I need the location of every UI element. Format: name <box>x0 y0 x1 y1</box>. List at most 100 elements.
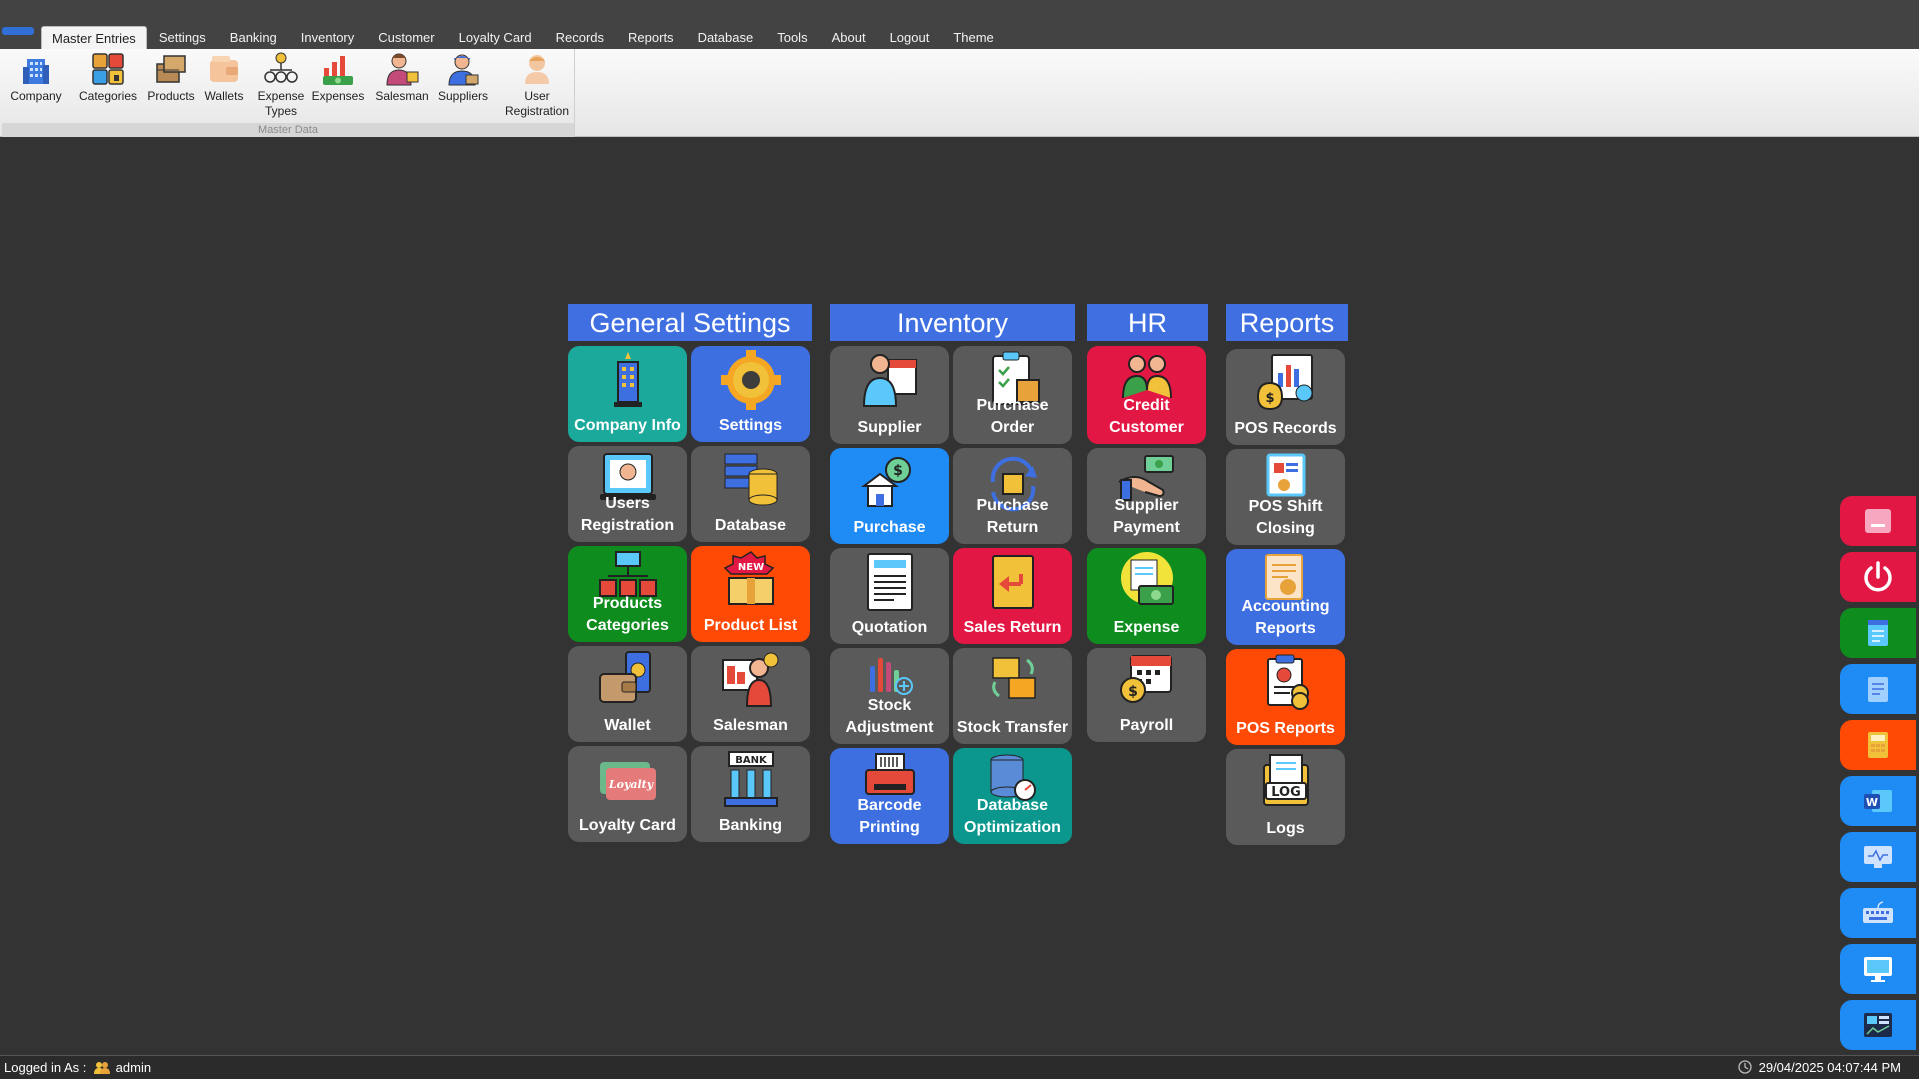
datetime-value: 29/04/2025 04:07:44 PM <box>1758 1060 1901 1075</box>
tab-theme[interactable]: Theme <box>941 26 1005 49</box>
dock-keyboard-button[interactable] <box>1840 888 1916 938</box>
tile-payroll[interactable]: $ Payroll <box>1087 648 1206 742</box>
quotation-document-icon <box>866 553 913 611</box>
tab-master-entries[interactable]: Master Entries <box>41 26 147 49</box>
tile-payroll-label: Payroll <box>1119 717 1174 734</box>
tile-supplier-payment[interactable]: Supplier Payment <box>1087 448 1206 544</box>
section-title-inventory: Inventory <box>830 304 1075 341</box>
tile-wallet[interactable]: Wallet <box>568 646 687 742</box>
tile-product-list-label: Product List <box>703 617 798 634</box>
tile-purchase-return[interactable]: Purchase Return <box>953 448 1072 544</box>
sales-return-icon <box>991 555 1034 609</box>
users-icon <box>94 1062 111 1074</box>
tile-loyalty-card[interactable]: Loyalty Loyalty Card <box>568 746 687 842</box>
tile-quotation[interactable]: Quotation <box>830 548 949 644</box>
menu-tabs: Master Entries Settings Banking Inventor… <box>41 26 1006 49</box>
clock-icon <box>1738 1060 1752 1074</box>
tile-pos-reports-label: POS Reports <box>1236 720 1335 737</box>
tile-settings[interactable]: Settings <box>691 346 810 442</box>
ribbon-user-registration-button[interactable]: User Registration <box>502 51 572 119</box>
tile-database[interactable]: Database <box>691 446 810 542</box>
dock-power-button[interactable] <box>1840 552 1916 602</box>
tile-purchase-return-label: Purchase Return <box>976 497 1049 536</box>
ribbon: Company Categories Products Wallets Expe… <box>0 49 1919 137</box>
tile-company-info[interactable]: Company Info <box>568 346 687 442</box>
dock-minimize-button[interactable] <box>1840 496 1916 546</box>
dock-dashboard-button[interactable] <box>1840 1000 1916 1050</box>
svg-text:$: $ <box>1128 684 1138 700</box>
tile-accounting-reports-label: Accounting Reports <box>1241 598 1330 637</box>
tab-customer[interactable]: Customer <box>366 26 446 49</box>
tab-about[interactable]: About <box>820 26 878 49</box>
document-icon <box>1868 677 1888 702</box>
tile-database-optimization[interactable]: Database Optimization <box>953 748 1072 844</box>
tile-sales-return[interactable]: Sales Return <box>953 548 1072 644</box>
ribbon-categories-button[interactable]: Categories <box>74 51 142 104</box>
tile-banking[interactable]: BANK Banking <box>691 746 810 842</box>
tile-logs[interactable]: LOG Logs <box>1226 749 1345 845</box>
tile-pos-shift-closing[interactable]: POS Shift Closing <box>1226 449 1345 545</box>
tile-company-info-label: Company Info <box>574 417 681 434</box>
tile-purchase-order-label: Purchase Order <box>976 397 1049 436</box>
categories-icon <box>90 51 126 87</box>
ribbon-expenses-button[interactable]: Expenses <box>310 51 366 104</box>
section-title-reports: Reports <box>1226 304 1348 341</box>
gear-icon <box>720 350 781 410</box>
ribbon-suppliers-label: Suppliers <box>437 89 489 103</box>
tile-pos-shift-closing-label: POS Shift Closing <box>1248 498 1323 537</box>
tab-banking[interactable]: Banking <box>218 26 289 49</box>
ribbon-products-button[interactable]: Products <box>144 51 198 104</box>
tile-stock-adjustment[interactable]: Stock Adjustment <box>830 648 949 744</box>
tab-inventory[interactable]: Inventory <box>289 26 366 49</box>
tile-database-optimization-label: Database Optimization <box>964 797 1061 836</box>
tile-salesman[interactable]: Salesman <box>691 646 810 742</box>
company-building-icon <box>613 352 642 407</box>
tab-database[interactable]: Database <box>686 26 766 49</box>
ribbon-wallets-button[interactable]: Wallets <box>200 51 248 104</box>
tab-loyalty-card[interactable]: Loyalty Card <box>447 26 544 49</box>
pos-reports-icon <box>1266 654 1309 710</box>
desktop-icon <box>1864 957 1892 982</box>
tile-product-list[interactable]: NEW Product List <box>691 546 810 642</box>
tile-barcode-printing[interactable]: Barcode Printing <box>830 748 949 844</box>
tab-logout[interactable]: Logout <box>878 26 942 49</box>
ribbon-company-button[interactable]: Company <box>8 51 64 104</box>
ribbon-suppliers-button[interactable]: Suppliers <box>434 51 492 104</box>
app-menu-button[interactable] <box>2 27 34 35</box>
tile-pos-reports[interactable]: POS Reports <box>1226 649 1345 745</box>
tile-credit-customer[interactable]: Credit Customer <box>1087 346 1206 444</box>
ribbon-company-label: Company <box>10 89 62 103</box>
tile-accounting-reports[interactable]: Accounting Reports <box>1226 549 1345 645</box>
tile-purchase[interactable]: $ Purchase <box>830 448 949 544</box>
tile-expense[interactable]: Expense <box>1087 548 1206 644</box>
tab-reports[interactable]: Reports <box>616 26 686 49</box>
dock-word-button[interactable]: W <box>1840 776 1916 826</box>
tile-users-registration[interactable]: Users Registration <box>568 446 687 542</box>
ribbon-expense-types-button[interactable]: Expense Types <box>254 51 308 119</box>
calculator-icon <box>1868 732 1888 758</box>
tab-settings[interactable]: Settings <box>147 26 218 49</box>
dock-calculator-button[interactable] <box>1840 720 1916 770</box>
purchase-icon: $ <box>860 457 911 507</box>
tab-records[interactable]: Records <box>544 26 616 49</box>
tile-supplier[interactable]: Supplier <box>830 346 949 444</box>
word-icon: W <box>1864 790 1892 812</box>
tile-supplier-payment-label: Supplier Payment <box>1113 497 1180 536</box>
dock-notepad-button[interactable] <box>1840 608 1916 658</box>
tab-tools[interactable]: Tools <box>765 26 819 49</box>
tile-purchase-order[interactable]: Purchase Order <box>953 346 1072 444</box>
ribbon-salesman-button[interactable]: Salesman <box>374 51 430 104</box>
wallet-phone-icon <box>598 651 651 703</box>
new-badge: NEW <box>737 562 763 573</box>
tile-products-categories[interactable]: Products Categories <box>568 546 687 642</box>
ribbon-salesman-label: Salesman <box>375 89 429 103</box>
bank-badge: BANK <box>735 755 768 766</box>
tile-pos-records[interactable]: $ POS Records <box>1226 349 1345 445</box>
dock-desktop-button[interactable] <box>1840 944 1916 994</box>
status-bar: Logged in As : admin 29/04/2025 04:07:44… <box>0 1055 1919 1079</box>
log-folder-icon: LOG <box>1262 754 1309 806</box>
database-icon <box>724 453 777 506</box>
dock-document-button[interactable] <box>1840 664 1916 714</box>
dock-monitor-button[interactable] <box>1840 832 1916 882</box>
tile-stock-transfer[interactable]: Stock Transfer <box>953 648 1072 744</box>
